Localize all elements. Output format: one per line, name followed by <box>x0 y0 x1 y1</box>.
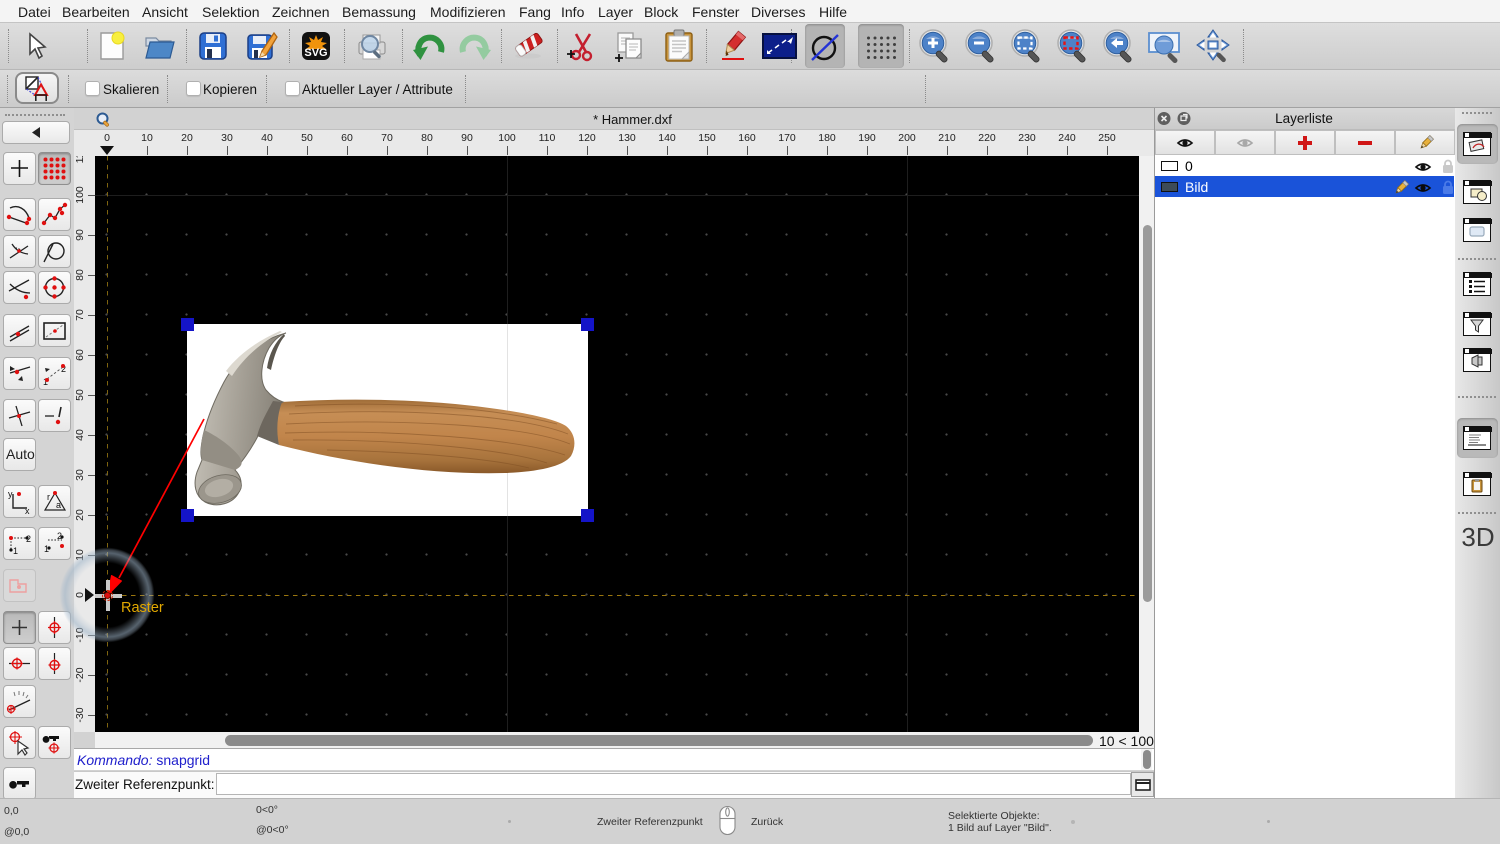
svg-text:1: 1 <box>13 546 18 556</box>
svg-text:x: x <box>25 506 30 515</box>
svg-text:SVG: SVG <box>304 47 327 59</box>
svg-text:y: y <box>8 489 13 499</box>
svg-text:a: a <box>56 500 61 510</box>
svg-text:r: r <box>47 492 50 502</box>
